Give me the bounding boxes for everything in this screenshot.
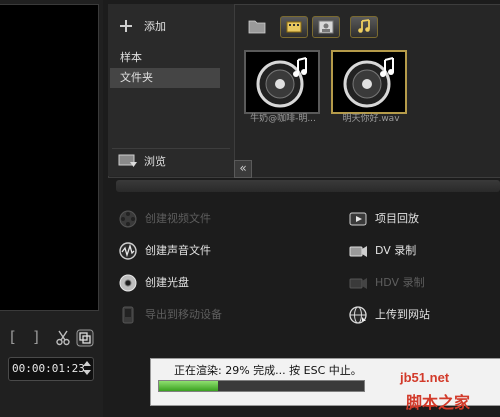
audio-filter-button[interactable] (350, 16, 378, 38)
action-label: 项目回放 (375, 212, 419, 225)
media-thumbnail-selected[interactable] (331, 50, 407, 114)
enlarge-preview-icon[interactable] (76, 329, 94, 347)
video-filter-icon (286, 21, 302, 33)
sidebar-item-folder[interactable]: 文件夹 (110, 68, 220, 88)
browse-button[interactable]: 浏览 (112, 148, 230, 173)
thumbnail-label: 牛奶@咖啡-明... (250, 114, 316, 124)
timecode-spinner-icon[interactable] (82, 360, 92, 376)
browse-icon (118, 154, 137, 167)
mark-out-button[interactable]: ] (33, 328, 39, 346)
action-label: 创建声音文件 (145, 244, 211, 257)
collapse-panel-button[interactable]: « (234, 160, 252, 178)
photo-filter-button[interactable] (312, 16, 340, 38)
action-label: 上传到网站 (375, 308, 430, 321)
action-label: 创建光盘 (145, 276, 189, 289)
action-label: DV 录制 (375, 244, 417, 257)
render-progress-text: 正在渲染: 29% 完成... 按 ESC 中止。 (174, 364, 362, 377)
folder-icon[interactable] (248, 18, 266, 34)
add-folder-button[interactable]: 添加 (120, 16, 220, 38)
panel-divider (116, 180, 500, 192)
scissors-icon[interactable] (56, 330, 70, 346)
watermark-home: 脚本之家 (406, 395, 471, 412)
disc-icon (119, 274, 137, 292)
action-label: HDV 录制 (375, 276, 425, 289)
render-progress-fill (159, 381, 218, 391)
browse-label: 浏览 (144, 155, 166, 168)
globe-upload-icon (349, 306, 367, 324)
video-filter-button[interactable] (280, 16, 308, 38)
action-label: 创建视频文件 (145, 212, 211, 225)
music-note-icon (343, 57, 394, 108)
plus-icon (120, 20, 132, 32)
thumbnail-label: 明天你好.wav (342, 114, 400, 124)
watermark-site: jb51.net (400, 370, 450, 385)
mobile-device-icon (122, 306, 134, 324)
film-reel-icon (119, 210, 137, 228)
audio-wave-icon (119, 242, 137, 260)
hdv-camera-icon (349, 278, 367, 289)
add-label: 添加 (144, 20, 166, 33)
media-thumbnail[interactable] (244, 50, 320, 114)
dv-camera-icon (349, 246, 367, 257)
photo-filter-icon (318, 20, 334, 34)
sidebar-item-samples[interactable]: 样本 (110, 48, 220, 68)
playback-icon (349, 212, 367, 226)
preview-screen[interactable] (0, 4, 99, 311)
mark-in-button[interactable]: [ (10, 328, 16, 346)
media-filter-toolbar (240, 16, 400, 38)
audio-filter-icon (358, 19, 370, 33)
music-note-icon (256, 57, 307, 108)
action-label: 导出到移动设备 (145, 308, 222, 321)
